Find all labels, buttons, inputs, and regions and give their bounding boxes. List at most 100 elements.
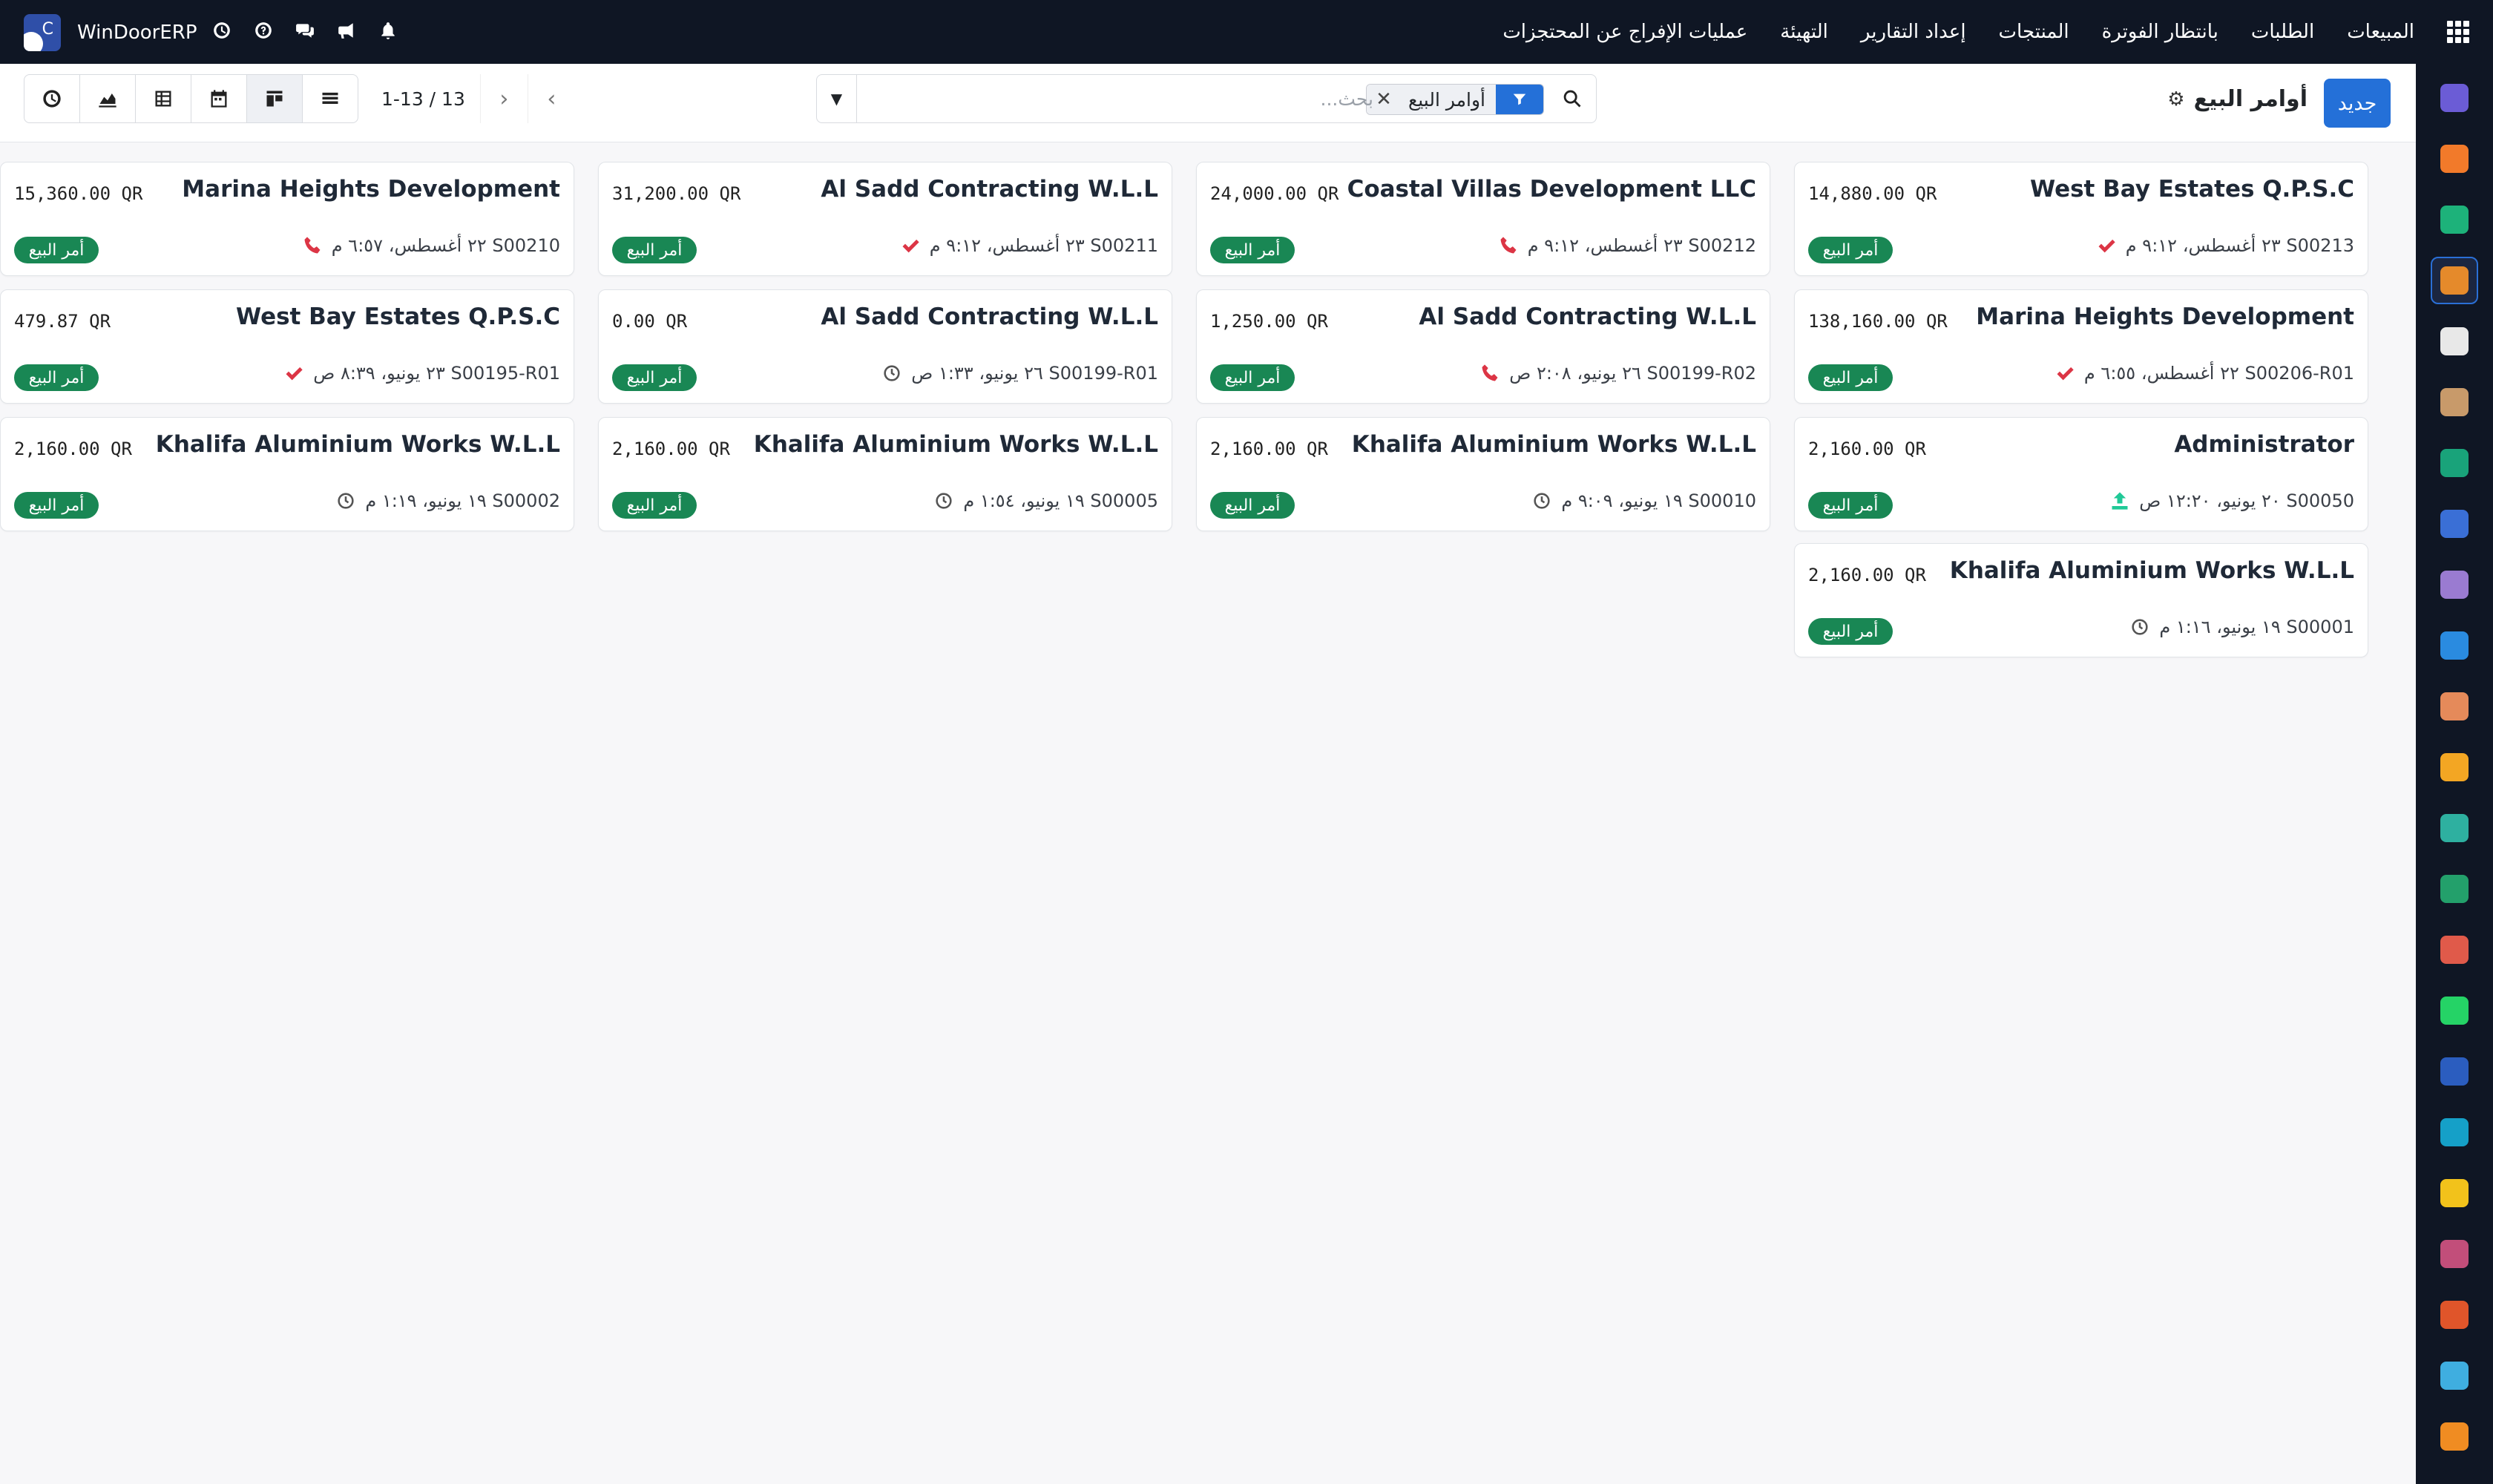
- pager-next-icon[interactable]: ›: [479, 74, 528, 123]
- pager-value[interactable]: 1-13 / 13: [381, 88, 465, 110]
- card-reference: S00210 ٢٢ أغسطس، ٦:٥٧ م: [331, 235, 560, 256]
- check-icon[interactable]: [2095, 234, 2118, 257]
- card-reference: S00199-R02 ٢٦ يونيو، ٢:٠٨ ص: [1509, 363, 1756, 384]
- status-badge: أمر البيع: [1808, 618, 1893, 645]
- clock-icon[interactable]: [1530, 489, 1554, 513]
- kanban-card[interactable]: Al Sadd Contracting W.L.L 0.00 QR S00199-R…: [598, 289, 1172, 404]
- pager-previous-icon[interactable]: ‹: [527, 74, 575, 123]
- project-glyph: [2440, 449, 2469, 477]
- menu-products[interactable]: المنتجات: [1999, 21, 2069, 43]
- telegram-icon[interactable]: [2431, 1169, 2478, 1217]
- pivot-view-button[interactable]: [135, 74, 191, 123]
- brand-name: WinDoorERP: [77, 22, 197, 44]
- activity-view-button[interactable]: [24, 74, 80, 123]
- calendar-icon[interactable]: [2431, 743, 2478, 791]
- check-icon[interactable]: [2053, 361, 2077, 385]
- kanban-card[interactable]: Khalifa Aluminium Works W.L.L 2,160.00 QR…: [0, 417, 574, 531]
- apps-icon[interactable]: [2431, 1230, 2478, 1278]
- card-reference: S00050 ٢٠ يونيو، ١٢:٢٠ ص: [2139, 490, 2354, 511]
- studio-glyph: [2440, 814, 2469, 842]
- clock-icon[interactable]: [334, 489, 358, 513]
- card-partner: Al Sadd Contracting W.L.L: [821, 176, 1158, 203]
- card-reference: S00199-R01 ٢٦ يونيو، ١:٣٣ ص: [911, 363, 1158, 384]
- email-marketing-icon[interactable]: [2431, 74, 2478, 122]
- gear-icon[interactable]: ⚙: [2167, 88, 2184, 111]
- menu-to-invoice[interactable]: بانتظار الفوترة: [2102, 21, 2218, 43]
- menu-retention-release[interactable]: عمليات الإفراج عن المحتجزات: [1502, 21, 1747, 43]
- menu-sales[interactable]: المبيعات: [2347, 21, 2414, 43]
- menu-configuration[interactable]: التهيئة: [1780, 21, 1828, 43]
- phone-icon[interactable]: [1497, 234, 1520, 257]
- sign-icon[interactable]: [2431, 196, 2478, 243]
- app-grid-icon[interactable]: [2447, 21, 2469, 43]
- barcode-glyph: [2440, 571, 2469, 599]
- card-amount: 2,160.00 QR: [1808, 439, 1926, 459]
- kanban-card[interactable]: West Bay Estates Q.P.S.C 479.87 QR S00195-…: [0, 289, 574, 404]
- pie-icon[interactable]: [2431, 1352, 2478, 1399]
- barcode-icon[interactable]: [2431, 561, 2478, 608]
- knowledge-icon[interactable]: [2431, 500, 2478, 548]
- studio-icon[interactable]: [2431, 804, 2478, 852]
- invoicing-icon[interactable]: [2431, 622, 2478, 669]
- brand[interactable]: WinDoorERP: [24, 14, 197, 51]
- main-menu: المبيعات الطلبات بانتظار الفوترة المنتجا…: [1502, 0, 2469, 64]
- website-glyph: [2440, 1057, 2469, 1086]
- card-partner: Khalifa Aluminium Works W.L.L: [1949, 557, 2354, 584]
- card-reference: S00212 ٢٣ أغسطس، ٩:١٢ م: [1527, 235, 1756, 256]
- card-partner: Coastal Villas Development LLC: [1347, 176, 1756, 203]
- card-amount: 2,160.00 QR: [14, 439, 132, 459]
- kanban-card[interactable]: Marina Heights Development 138,160.00 QR S…: [1794, 289, 2368, 404]
- kanban-card[interactable]: Administrator 2,160.00 QR S00050 ٢٠ يونيو،…: [1794, 417, 2368, 531]
- check-icon[interactable]: [899, 234, 922, 257]
- list-view-button[interactable]: [302, 74, 358, 123]
- megaphone-icon[interactable]: [334, 18, 359, 43]
- kanban-card[interactable]: Khalifa Aluminium Works W.L.L 2,160.00 QR…: [598, 417, 1172, 531]
- clock-icon[interactable]: [209, 18, 234, 43]
- kanban-card[interactable]: Khalifa Aluminium Works W.L.L 2,160.00 QR…: [1794, 543, 2368, 657]
- kanban-view-button[interactable]: [246, 74, 303, 123]
- calendar-view-button[interactable]: [191, 74, 247, 123]
- phone-icon[interactable]: [300, 234, 324, 257]
- website-icon[interactable]: [2431, 1048, 2478, 1095]
- card-partner: Al Sadd Contracting W.L.L: [821, 303, 1158, 330]
- employees-glyph: [2440, 388, 2469, 416]
- graph-view-button[interactable]: [79, 74, 136, 123]
- kanban-card[interactable]: Khalifa Aluminium Works W.L.L 2,160.00 QR…: [1196, 417, 1770, 531]
- chat-icon[interactable]: [292, 18, 318, 43]
- search-icon[interactable]: [1548, 75, 1596, 122]
- dashboards-icon[interactable]: [2431, 926, 2478, 974]
- inventory-icon[interactable]: [2431, 318, 2478, 365]
- helpdesk-icon[interactable]: [2431, 1109, 2478, 1156]
- hr-icon[interactable]: [2431, 865, 2478, 913]
- kanban-card[interactable]: Marina Heights Development 15,360.00 QR S0…: [0, 162, 574, 276]
- phone-icon[interactable]: [1478, 361, 1502, 385]
- project-icon[interactable]: [2431, 439, 2478, 487]
- kanban-card[interactable]: West Bay Estates Q.P.S.C 14,880.00 QR S002…: [1794, 162, 2368, 276]
- upload-icon[interactable]: [2108, 489, 2132, 513]
- clock-icon[interactable]: [880, 361, 904, 385]
- employees-icon[interactable]: [2431, 378, 2478, 426]
- search-options-toggle[interactable]: ▼: [817, 75, 857, 122]
- contacts-icon[interactable]: [2431, 683, 2478, 730]
- search-input[interactable]: [899, 85, 1373, 112]
- knowledge-glyph: [2440, 510, 2469, 538]
- clock-icon[interactable]: [932, 489, 956, 513]
- odoo-icon[interactable]: [2431, 1413, 2478, 1460]
- card-reference: S00001 ١٩ يونيو، ١:١٦ م: [2159, 617, 2354, 637]
- new-button[interactable]: جديد: [2324, 79, 2391, 128]
- menu-reporting[interactable]: إعداد التقارير: [1861, 21, 1966, 43]
- kanban-card[interactable]: Coastal Villas Development LLC 24,000.00 …: [1196, 162, 1770, 276]
- check-icon[interactable]: [282, 361, 306, 385]
- sales-icon[interactable]: [2431, 257, 2478, 304]
- discuss-icon[interactable]: [2431, 135, 2478, 183]
- kanban-card[interactable]: Al Sadd Contracting W.L.L 1,250.00 QR S001…: [1196, 289, 1770, 404]
- bell-icon[interactable]: [375, 18, 401, 43]
- kanban-card[interactable]: Al Sadd Contracting W.L.L 31,200.00 QR S00…: [598, 162, 1172, 276]
- help-icon[interactable]: [251, 18, 276, 43]
- status-badge: أمر البيع: [1210, 237, 1295, 263]
- whatsapp-icon[interactable]: [2431, 987, 2478, 1034]
- module-icon[interactable]: [2431, 1291, 2478, 1339]
- facet-value: أوامر البيع: [1397, 85, 1496, 114]
- clock-icon[interactable]: [2128, 615, 2152, 639]
- menu-orders[interactable]: الطلبات: [2251, 21, 2314, 43]
